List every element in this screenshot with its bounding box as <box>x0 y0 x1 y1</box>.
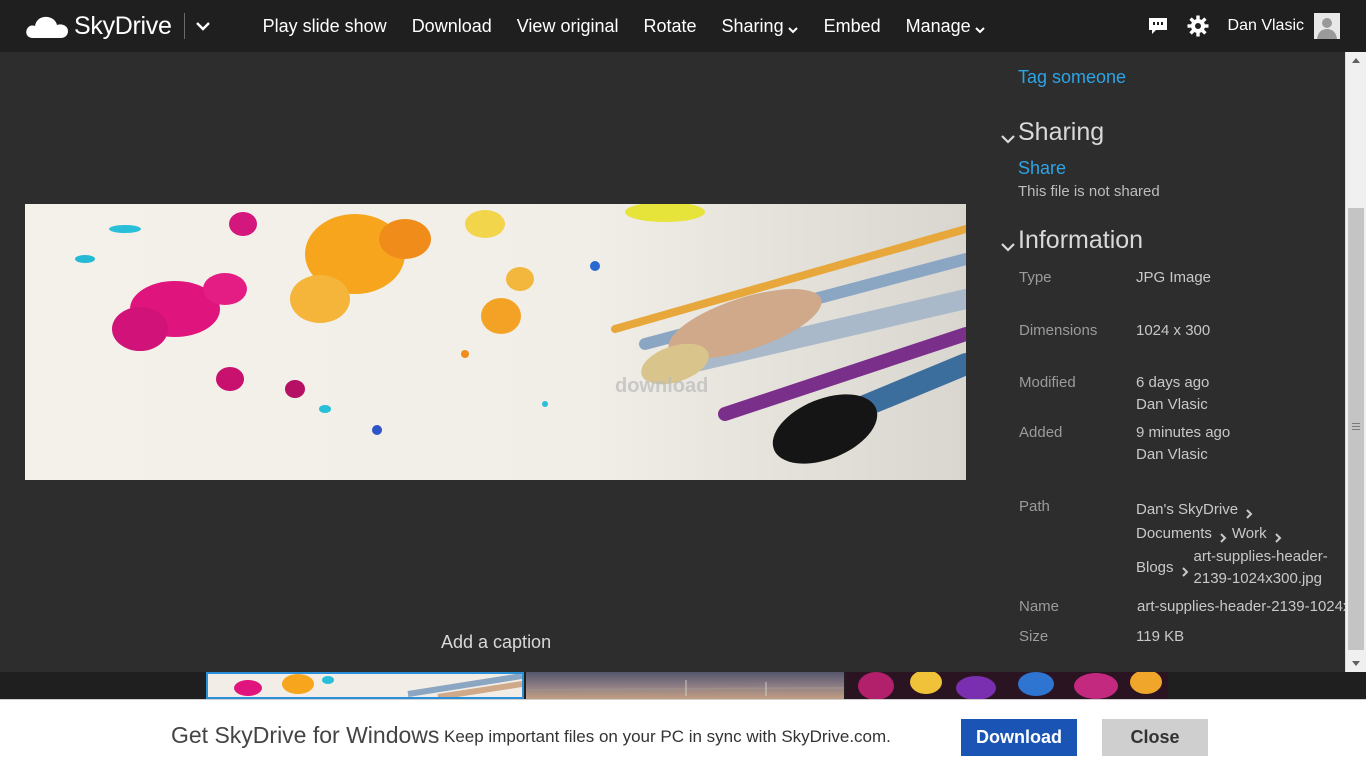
added-label: Added <box>1019 424 1063 441</box>
filmstrip-thumbnail[interactable] <box>846 672 1168 699</box>
dimensions-value: 1024 x 300 <box>1136 322 1211 339</box>
filmstrip-thumbnail-selected[interactable] <box>206 672 524 699</box>
app-switcher-chevron-down-icon[interactable] <box>189 12 217 40</box>
chevron-right-icon <box>1244 504 1254 519</box>
banner-text: Keep important files on your PC in sync … <box>444 727 891 746</box>
sharing-status: This file is not shared <box>1018 183 1160 200</box>
header-tools: Dan Vlasic <box>1146 0 1366 52</box>
path-crumb-root[interactable]: Dan's SkyDrive <box>1136 498 1238 522</box>
name-label: Name <box>1019 598 1060 615</box>
user-name[interactable]: Dan Vlasic <box>1228 17 1304 35</box>
modified-value: 6 days ago Dan Vlasic <box>1136 372 1209 416</box>
dimensions-label: Dimensions <box>1019 322 1098 339</box>
share-link[interactable]: Share <box>1018 158 1066 179</box>
path-crumb-blogs[interactable]: Blogs <box>1136 556 1174 580</box>
scrollbar-thumb[interactable] <box>1348 208 1364 650</box>
path-crumb-documents[interactable]: Documents <box>1136 522 1212 546</box>
size-label: Size <box>1019 628 1049 645</box>
embed-command[interactable]: Embed <box>824 16 881 37</box>
path-label: Path <box>1019 498 1050 515</box>
tag-someone-link[interactable]: Tag someone <box>1018 67 1126 88</box>
modified-label: Modified <box>1019 374 1076 391</box>
gear-icon[interactable] <box>1186 14 1210 38</box>
photo-viewer-image[interactable]: download <box>25 204 966 480</box>
brand-name: SkyDrive <box>74 11 172 40</box>
brand-divider <box>183 13 185 39</box>
chevron-right-icon <box>1180 562 1190 577</box>
sharing-menu-command[interactable]: Sharing <box>722 16 799 37</box>
banner-download-button[interactable]: Download <box>961 719 1077 756</box>
filmstrip <box>0 672 1366 699</box>
get-skydrive-banner: Get SkyDrive for Windows Keep important … <box>0 699 1366 768</box>
banner-title: Get SkyDrive for Windows <box>171 722 440 748</box>
name-value: art-supplies-header-2139-1024x300.jpg <box>1137 598 1345 615</box>
sharing-section-title: Sharing <box>1018 118 1105 146</box>
information-section-toggle[interactable]: Information <box>1000 226 1143 255</box>
brand[interactable]: SkyDrive <box>24 0 172 52</box>
chevron-down-icon <box>974 20 986 34</box>
scroll-up-arrow-icon[interactable] <box>1346 52 1366 68</box>
path-crumb-work[interactable]: Work <box>1232 522 1267 546</box>
banner-close-button[interactable]: Close <box>1102 719 1208 756</box>
path-crumb-file: art-supplies-header-2139-1024x300.jpg <box>1193 548 1328 587</box>
added-value: 9 minutes ago Dan Vlasic <box>1136 422 1230 466</box>
add-caption-link[interactable]: Add a caption <box>441 632 551 653</box>
chevron-down-icon <box>1000 125 1016 144</box>
chevron-down-icon <box>1000 233 1016 252</box>
rotate-command[interactable]: Rotate <box>643 16 696 37</box>
manage-menu-command[interactable]: Manage <box>906 16 986 37</box>
play-slide-show-command[interactable]: Play slide show <box>263 16 387 37</box>
filmstrip-thumbnail[interactable] <box>526 672 844 699</box>
path-breadcrumb: Dan's SkyDrive Documents Work Blogs art-… <box>1136 498 1329 590</box>
added-by: Dan Vlasic <box>1136 446 1208 463</box>
chat-icon[interactable] <box>1146 14 1170 38</box>
chevron-right-icon <box>1273 528 1283 543</box>
added-when: 9 minutes ago <box>1136 424 1231 441</box>
user-avatar-icon[interactable] <box>1314 13 1340 39</box>
art-supplies-photo: download <box>25 204 966 480</box>
modified-when: 6 days ago <box>1136 374 1210 391</box>
modified-by: Dan Vlasic <box>1136 396 1208 413</box>
watermark-text: download <box>615 375 708 397</box>
sharing-section-toggle[interactable]: Sharing <box>1000 118 1104 147</box>
details-pane: Tag someone Sharing Share This file is n… <box>1000 52 1345 672</box>
top-bar: SkyDrive Play slide show Download View o… <box>0 0 1366 52</box>
pane-scrollbar[interactable] <box>1345 52 1366 672</box>
chevron-down-icon <box>787 20 799 34</box>
scroll-down-arrow-icon[interactable] <box>1346 656 1366 672</box>
type-label: Type <box>1019 269 1052 286</box>
download-command[interactable]: Download <box>412 16 492 37</box>
cloud-icon <box>24 11 70 41</box>
information-section-title: Information <box>1018 226 1144 254</box>
view-original-command[interactable]: View original <box>517 16 619 37</box>
size-value: 119 KB <box>1136 628 1185 645</box>
type-value: JPG Image <box>1136 269 1212 286</box>
chevron-right-icon <box>1218 528 1228 543</box>
command-bar: Play slide show Download View original R… <box>263 16 1011 37</box>
